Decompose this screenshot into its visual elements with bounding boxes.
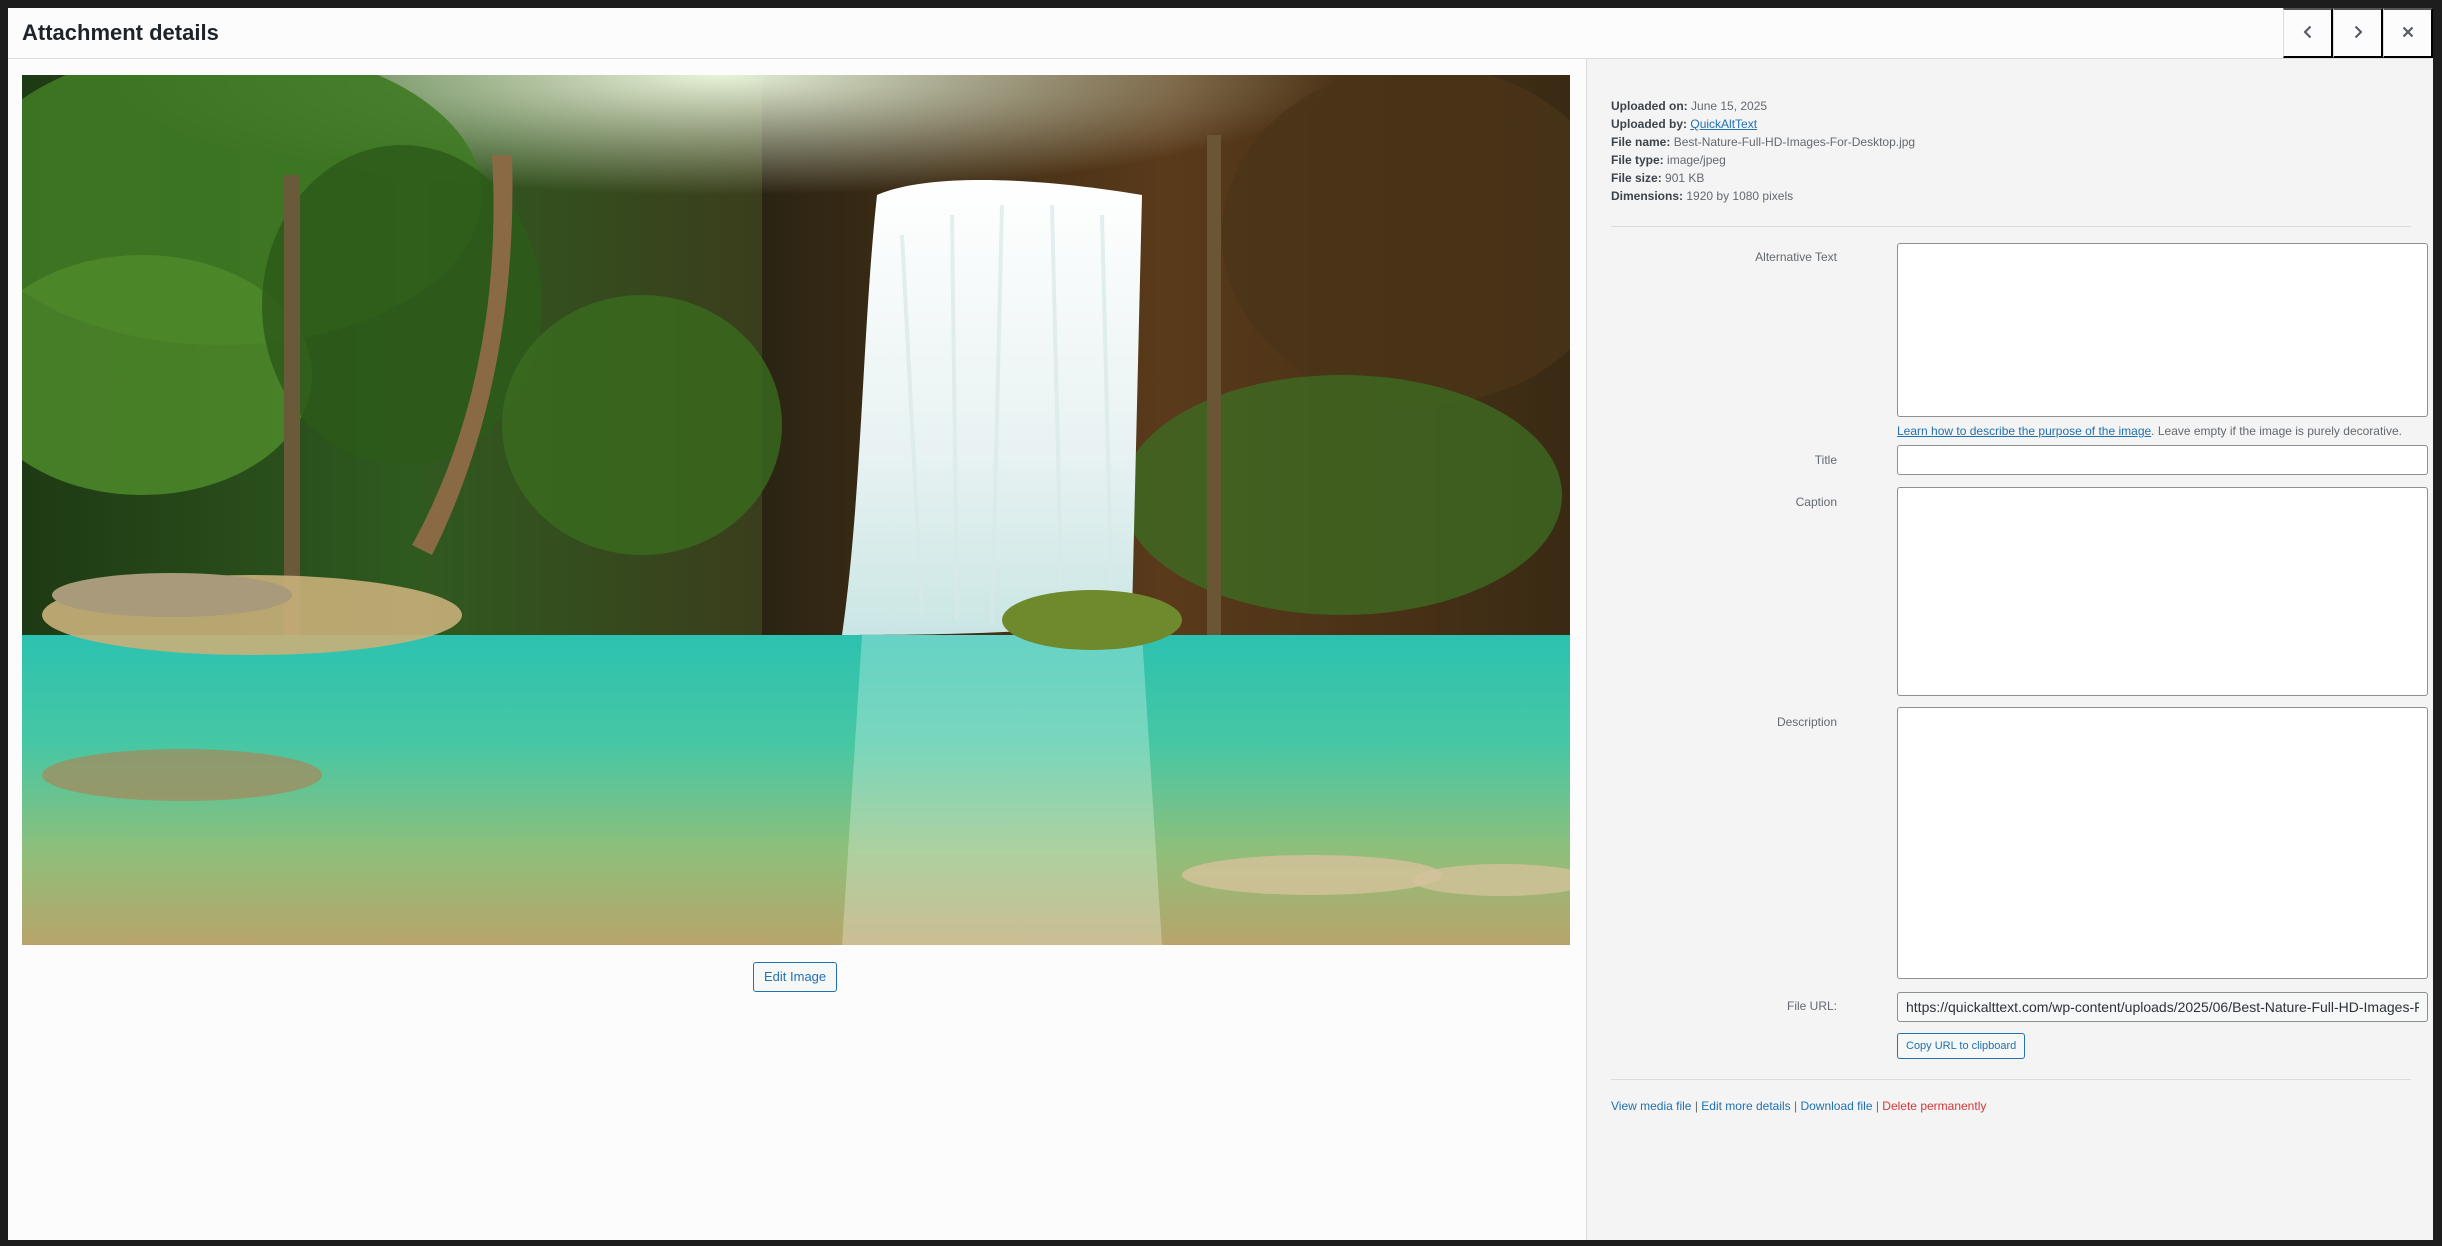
dimensions-row: Dimensions: 1920 by 1080 pixels: [1611, 187, 1915, 205]
action-separator: |: [1872, 1099, 1883, 1113]
alt-text-help: Learn how to describe the purpose of the…: [1897, 424, 2402, 438]
next-item-button[interactable]: [2333, 8, 2383, 58]
modal-title: Attachment details: [22, 20, 219, 45]
caption-label: Caption: [1795, 495, 1837, 509]
delete-permanently-link[interactable]: Delete permanently: [1882, 1099, 1986, 1113]
file-size-value: 901 KB: [1665, 171, 1705, 185]
chevron-left-icon: [2300, 24, 2316, 43]
description-field[interactable]: [1897, 707, 2428, 979]
uploaded-by-label: Uploaded by:: [1611, 117, 1688, 131]
file-url-field[interactable]: [1897, 992, 2428, 1022]
caption-field[interactable]: [1897, 487, 2428, 696]
file-name-value: Best-Nature-Full-HD-Images-For-Desktop.j…: [1673, 135, 1916, 149]
file-name-label: File name:: [1611, 135, 1671, 149]
title-label: Title: [1814, 453, 1837, 467]
uploaded-by-link[interactable]: QuickAltText: [1690, 117, 1757, 131]
file-url-label: File URL:: [1786, 999, 1837, 1013]
dimensions-label: Dimensions:: [1611, 189, 1684, 203]
chevron-right-icon: [2350, 24, 2366, 43]
uploaded-on-label: Uploaded on:: [1611, 99, 1688, 113]
file-type-label: File type:: [1611, 153, 1664, 167]
title-field[interactable]: [1897, 445, 2428, 475]
attachment-details-modal: Attachment details Edit Image Uploaded o…: [8, 8, 2433, 1240]
view-media-file-link[interactable]: View media file: [1611, 1099, 1691, 1113]
alt-text-label: Alternative Text: [1755, 250, 1837, 264]
file-details: Uploaded on: June 15, 2025 Uploaded by: …: [1611, 97, 1915, 205]
attachment-preview: Edit Image: [8, 59, 1586, 1240]
action-separator: |: [1790, 1099, 1801, 1113]
close-icon: [2400, 24, 2416, 43]
uploaded-on-value: June 15, 2025: [1691, 99, 1768, 113]
divider: [1611, 226, 2411, 227]
alt-text-help-link[interactable]: Learn how to describe the purpose of the…: [1897, 424, 2151, 438]
file-size-row: File size: 901 KB: [1611, 169, 1915, 187]
copy-url-button[interactable]: Copy URL to clipboard: [1897, 1033, 2026, 1059]
file-size-label: File size:: [1611, 171, 1662, 185]
alt-text-field[interactable]: [1897, 243, 2428, 417]
attachment-image-waterfall: [22, 75, 1570, 945]
file-type-row: File type: image/jpeg: [1611, 151, 1915, 169]
action-separator: |: [1691, 1099, 1702, 1113]
attachment-actions: View media file | Edit more details | Do…: [1611, 1099, 1986, 1113]
modal-header: Attachment details: [8, 8, 2433, 59]
alt-text-help-rest: . Leave empty if the image is purely dec…: [2151, 424, 2402, 438]
file-name-row: File name: Best-Nature-Full-HD-Images-Fo…: [1611, 133, 1915, 151]
edit-image-button[interactable]: Edit Image: [753, 962, 838, 992]
uploaded-on-row: Uploaded on: June 15, 2025: [1611, 97, 1915, 115]
description-label: Description: [1776, 715, 1837, 729]
close-modal-button[interactable]: [2383, 8, 2433, 58]
attachment-info-sidebar: Uploaded on: June 15, 2025 Uploaded by: …: [1586, 59, 2433, 1240]
dimensions-value: 1920 by 1080 pixels: [1686, 189, 1794, 203]
uploaded-by-row: Uploaded by: QuickAltText: [1611, 115, 1915, 133]
edit-more-details-link[interactable]: Edit more details: [1701, 1099, 1790, 1113]
file-type-value: image/jpeg: [1667, 153, 1726, 167]
divider: [1611, 1079, 2411, 1080]
download-file-link[interactable]: Download file: [1800, 1099, 1872, 1113]
previous-item-button[interactable]: [2283, 8, 2333, 58]
